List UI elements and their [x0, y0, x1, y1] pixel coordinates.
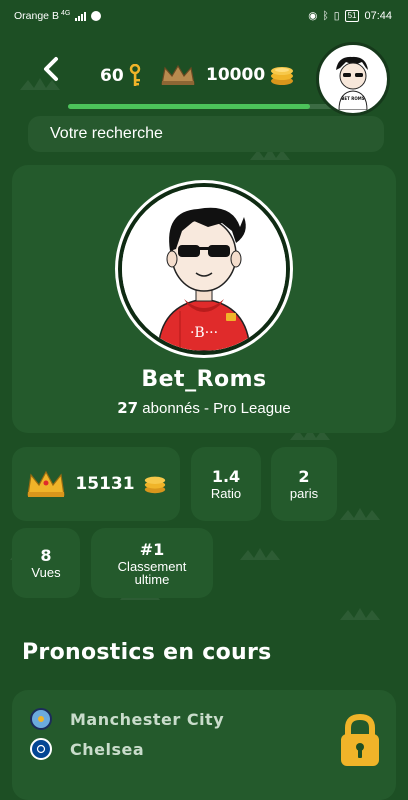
- chelsea-badge-icon: [30, 738, 52, 760]
- spotify-icon: [91, 11, 102, 21]
- avatar-logo-text: BET ROMS: [341, 96, 365, 101]
- score-card: 15131: [12, 447, 180, 521]
- home-team-row: Manchester City: [30, 708, 224, 730]
- bluetooth-icon: ᛒ: [322, 10, 329, 22]
- network-type: 4G: [60, 9, 71, 17]
- crown-icon: [27, 470, 66, 497]
- views-card: 8 Vues: [12, 528, 80, 598]
- home-team-name: Manchester City: [70, 709, 225, 729]
- bets-label: paris: [289, 486, 319, 501]
- level-progress-bar: [68, 104, 334, 109]
- rank-card: #1 Classement ultime: [91, 528, 213, 598]
- coins-count: 10000: [206, 65, 266, 85]
- bets-card: 2 paris: [271, 447, 337, 521]
- clock: 07:44: [364, 10, 392, 22]
- away-team-name: Chelsea: [70, 739, 145, 759]
- coins-icon: [271, 67, 294, 85]
- level-progress-fill: [68, 104, 311, 109]
- manchester-city-badge-icon: [30, 708, 52, 730]
- signal-icon: [75, 11, 87, 21]
- status-left: Orange B 4G: [14, 9, 102, 22]
- back-button[interactable]: [36, 54, 66, 84]
- eye-icon: ◉: [308, 10, 318, 22]
- header: 60 10000 BET ROMS: [0, 36, 408, 116]
- vibrate-icon: ▯: [333, 10, 340, 22]
- profile-username: Bet_Roms: [141, 367, 267, 392]
- status-right: ◉ ᛒ ▯ 51 07:44: [308, 10, 392, 22]
- ratio-card: 1.4 Ratio: [191, 447, 261, 521]
- battery-icon: 51: [344, 10, 360, 22]
- views-value: 8: [40, 546, 52, 565]
- status-bar: Orange B 4G ◉ ᛒ ▯ 51 07:44: [0, 0, 408, 32]
- match-card[interactable]: Manchester City Chelsea: [12, 690, 396, 800]
- crown-icon[interactable]: [160, 64, 196, 86]
- carrier-name: Orange B: [14, 10, 59, 22]
- coins-counter: 10000: [206, 64, 295, 86]
- back-arrow-icon: [44, 57, 58, 81]
- ratio-label: Ratio: [210, 486, 242, 501]
- profile-avatar[interactable]: ·B···: [118, 183, 290, 355]
- svg-text:·B···: ·B···: [190, 325, 218, 341]
- predictions-title: Pronostics en cours: [22, 640, 272, 665]
- profile-card: ·B··· Bet_Roms 27 abonnés - Pro League: [12, 165, 396, 433]
- key-icon: [129, 64, 140, 86]
- lock-icon[interactable]: [338, 714, 382, 768]
- search-input[interactable]: Votre recherche: [28, 116, 384, 152]
- rank-value: #1: [139, 539, 165, 559]
- rank-label-line2: ultime: [134, 571, 170, 587]
- away-team-row: Chelsea: [30, 738, 144, 760]
- followers-count: 27: [117, 399, 139, 417]
- views-label: Vues: [31, 565, 61, 580]
- keys-count: 60: [100, 66, 124, 86]
- followers-label: abonnés - Pro League: [138, 400, 291, 417]
- profile-avatar-illustration: ·B···: [122, 187, 286, 351]
- bets-value: 2: [298, 467, 310, 486]
- coins-icon: [144, 476, 165, 494]
- profile-followers: 27 abonnés - Pro League: [12, 399, 396, 417]
- search-placeholder: Votre recherche: [50, 125, 163, 142]
- score-value: 15131: [75, 474, 135, 494]
- ratio-value: 1.4: [211, 467, 241, 486]
- keys-counter: 60: [100, 64, 142, 88]
- header-avatar[interactable]: BET ROMS: [316, 42, 390, 116]
